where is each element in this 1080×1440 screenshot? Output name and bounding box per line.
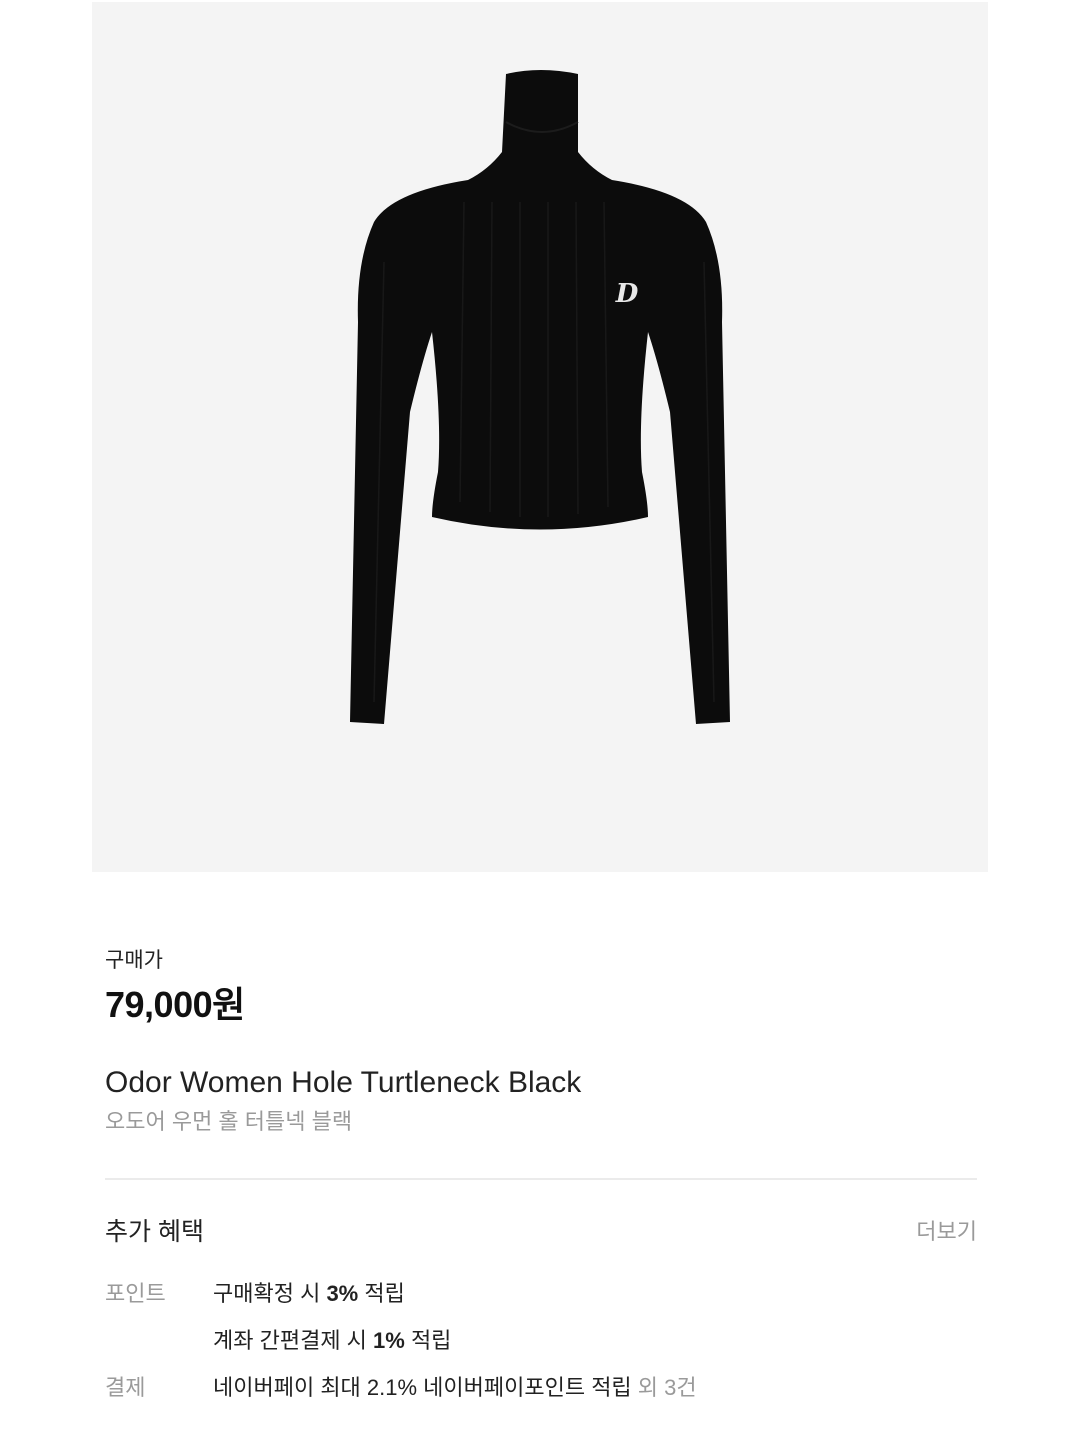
benefit-row-text: 네이버페이 최대 2.1% 네이버페이포인트 적립 외 3건 (213, 1375, 697, 1400)
product-name-english: Odor Women Hole Turtleneck Black (105, 1066, 582, 1099)
product-name-block: Odor Women Hole Turtleneck Black 오도어 우먼 … (105, 1064, 581, 1136)
benefit-row-label: 결제 (105, 1375, 146, 1400)
price-block: 구매가 79,000원 (105, 948, 245, 1026)
benefit-row-label: 포인트 (105, 1281, 166, 1306)
product-name-korean: 오도어 우먼 홀 터틀넥 블랙 (105, 1109, 353, 1134)
section-divider (105, 1178, 977, 1180)
benefits-more-link[interactable]: 더보기 (916, 1214, 977, 1250)
benefit-extra-count[interactable]: 외 3건 (632, 1375, 697, 1400)
benefits-header: 추가 혜택 더보기 (105, 1214, 977, 1250)
turtleneck-illustration: D (350, 70, 730, 724)
price-label: 구매가 (105, 949, 163, 972)
benefit-row-text: 구매확정 시 3% 적립 (213, 1281, 405, 1306)
garment-collar (468, 70, 612, 180)
product-image[interactable]: D (92, 2, 988, 872)
benefit-row: 포인트 구매확정 시 3% 적립 (105, 1278, 977, 1310)
price-value: 79,000원 (105, 984, 245, 1025)
benefits-title: 추가 혜택 (105, 1218, 204, 1246)
benefit-row-text: 계좌 간편결제 시 1% 적립 (213, 1328, 452, 1353)
benefit-row: 결제 네이버페이 최대 2.1% 네이버페이포인트 적립 외 3건 (105, 1372, 977, 1404)
benefit-row: 계좌 간편결제 시 1% 적립 (105, 1325, 977, 1357)
logo-letter-mark: D (615, 279, 639, 309)
garment-body (350, 180, 730, 724)
